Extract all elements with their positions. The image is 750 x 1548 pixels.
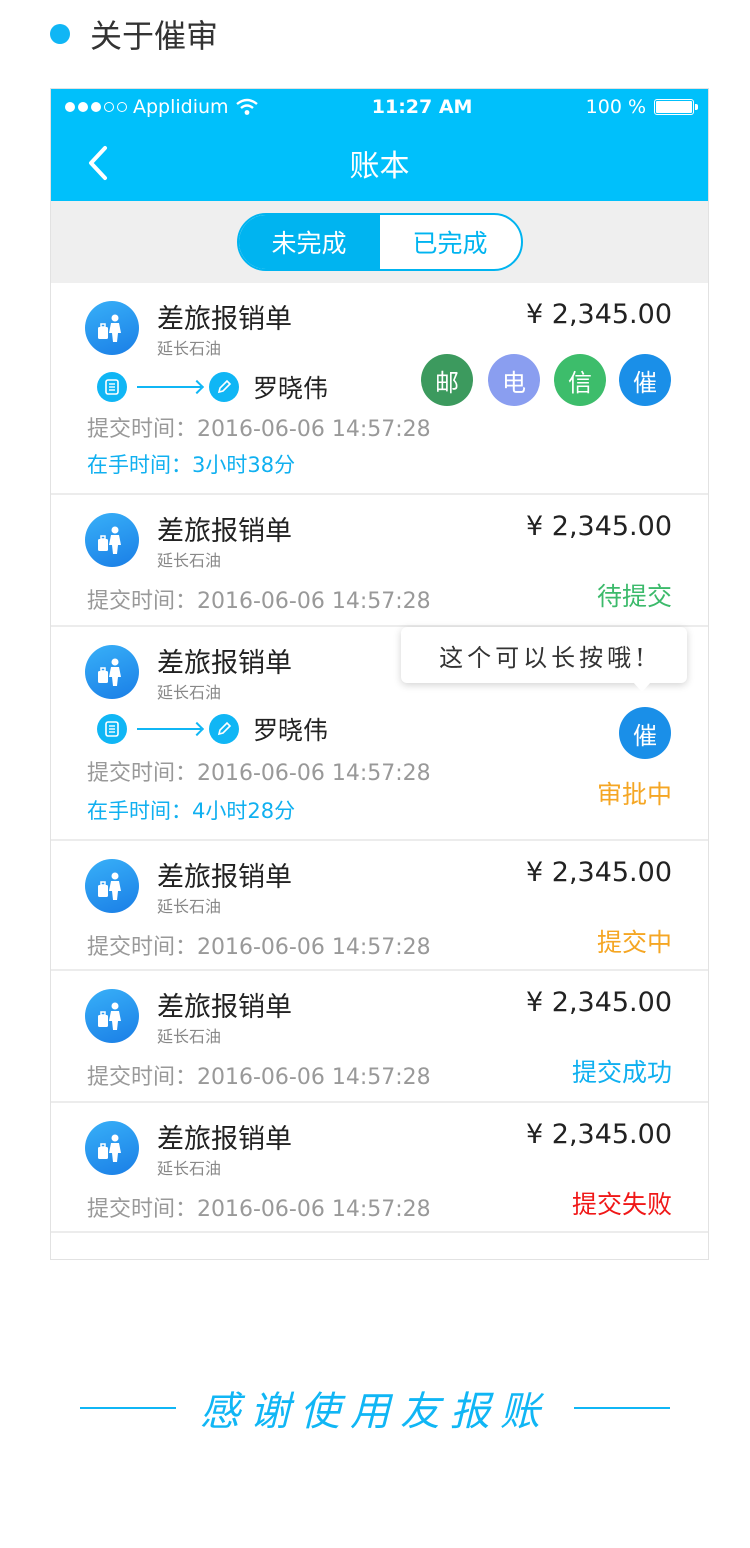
phone-button[interactable]: 电 [488,354,540,406]
mail-button[interactable]: 邮 [421,354,473,406]
list-item[interactable]: 差旅报销单 延长石油 ¥ 2,345.00 提交时间：2016-06-06 14… [51,495,708,627]
item-company: 延长石油 [157,897,222,916]
submit-time: 提交时间：2016-06-06 14:57:28 [87,935,431,960]
submit-time: 提交时间：2016-06-06 14:57:28 [87,1197,431,1222]
item-amount: ¥ 2,345.00 [526,857,672,888]
wifi-icon [235,98,258,115]
submit-time: 提交时间：2016-06-06 14:57:28 [87,589,431,614]
item-title: 差旅报销单 [157,862,292,893]
bullet-dot [50,24,70,44]
battery-percent: 100 % [585,96,646,118]
item-title: 差旅报销单 [157,648,292,679]
footer-divider-left [80,1407,176,1409]
expense-list: 差旅报销单 延长石油 ¥ 2,345.00 罗晓伟 邮 电 信 催 提交时间：2… [51,283,708,1233]
signal-icon [65,102,127,112]
submit-time: 提交时间：2016-06-06 14:57:28 [87,1065,431,1090]
message-button[interactable]: 信 [554,354,606,406]
item-company: 延长石油 [157,339,222,358]
footer-text: 感谢使用友报账 [200,1389,550,1435]
pen-icon [209,372,239,402]
item-amount: ¥ 2,345.00 [526,1119,672,1150]
status-label: 待提交 [596,582,672,611]
item-amount: ¥ 2,345.00 [526,987,672,1018]
travel-icon [85,989,139,1043]
hold-time: 在手时间：4小时28分 [87,799,296,823]
list-item[interactable]: 差旅报销单 延长石油 ¥ 2,345.00 提交时间：2016-06-06 14… [51,841,708,971]
item-amount: ¥ 2,345.00 [526,511,672,542]
segment-bar: 未完成 已完成 [51,201,708,283]
list-item[interactable]: 差旅报销单 延长石油 ¥ 2,345.00 提交时间：2016-06-06 14… [51,971,708,1103]
list-item[interactable]: 差旅报销单 延长石油 罗晓伟 这个可以长按哦! 催 提交时间：2016-06-0… [51,627,708,841]
tab-incomplete[interactable]: 未完成 [238,215,380,269]
item-title: 差旅报销单 [157,516,292,547]
status-bar: Applidium 11:27 AM 100 % [51,89,708,125]
carrier-name: Applidium [133,96,229,118]
document-icon [97,714,127,744]
item-company: 延长石油 [157,1159,222,1178]
nav-bar: 账本 [51,125,708,201]
travel-icon [85,301,139,355]
page-title: 账本 [349,149,410,184]
phone-screen: Applidium 11:27 AM 100 % 账本 未完成 已完成 差旅报销… [50,88,709,1260]
segmented-control: 未完成 已完成 [236,213,523,271]
submit-time: 提交时间：2016-06-06 14:57:28 [87,417,431,442]
status-label: 审批中 [596,780,672,809]
status-label: 提交成功 [571,1058,672,1087]
back-button[interactable] [81,143,115,183]
item-title: 差旅报销单 [157,992,292,1023]
chevron-left-icon [89,146,107,180]
flow-arrow [137,386,201,388]
item-company: 延长石油 [157,1027,222,1046]
section-header: 关于催审 [50,12,218,56]
status-label: 提交中 [596,928,672,957]
travel-icon [85,645,139,699]
approver-name: 罗晓伟 [253,716,329,745]
item-company: 延长石油 [157,551,222,570]
item-title: 差旅报销单 [157,1124,292,1155]
document-icon [97,372,127,402]
flow-arrow [137,728,201,730]
hold-time: 在手时间：3小时38分 [87,453,296,477]
section-title: 关于催审 [90,17,219,55]
footer-divider-right [574,1407,670,1409]
urge-button[interactable]: 催 [619,707,671,759]
list-item[interactable]: 差旅报销单 延长石油 ¥ 2,345.00 提交时间：2016-06-06 14… [51,1103,708,1233]
approval-flow: 罗晓伟 [97,369,328,405]
item-amount: ¥ 2,345.00 [526,299,672,330]
item-company: 延长石油 [157,683,222,702]
status-time: 11:27 AM [371,96,473,118]
status-label: 提交失败 [571,1190,672,1219]
travel-icon [85,1121,139,1175]
battery-icon [654,99,698,115]
item-title: 差旅报销单 [157,304,292,335]
urge-button[interactable]: 催 [619,354,671,406]
approval-flow: 罗晓伟 [97,711,328,747]
footer-banner: 感谢使用友报账 [0,1380,750,1436]
tab-completed[interactable]: 已完成 [380,215,521,269]
list-item[interactable]: 差旅报销单 延长石油 ¥ 2,345.00 罗晓伟 邮 电 信 催 提交时间：2… [51,283,708,495]
travel-icon [85,513,139,567]
approver-name: 罗晓伟 [253,374,329,403]
long-press-tooltip: 这个可以长按哦! [401,627,687,692]
travel-icon [85,859,139,913]
pen-icon [209,714,239,744]
submit-time: 提交时间：2016-06-06 14:57:28 [87,761,431,786]
